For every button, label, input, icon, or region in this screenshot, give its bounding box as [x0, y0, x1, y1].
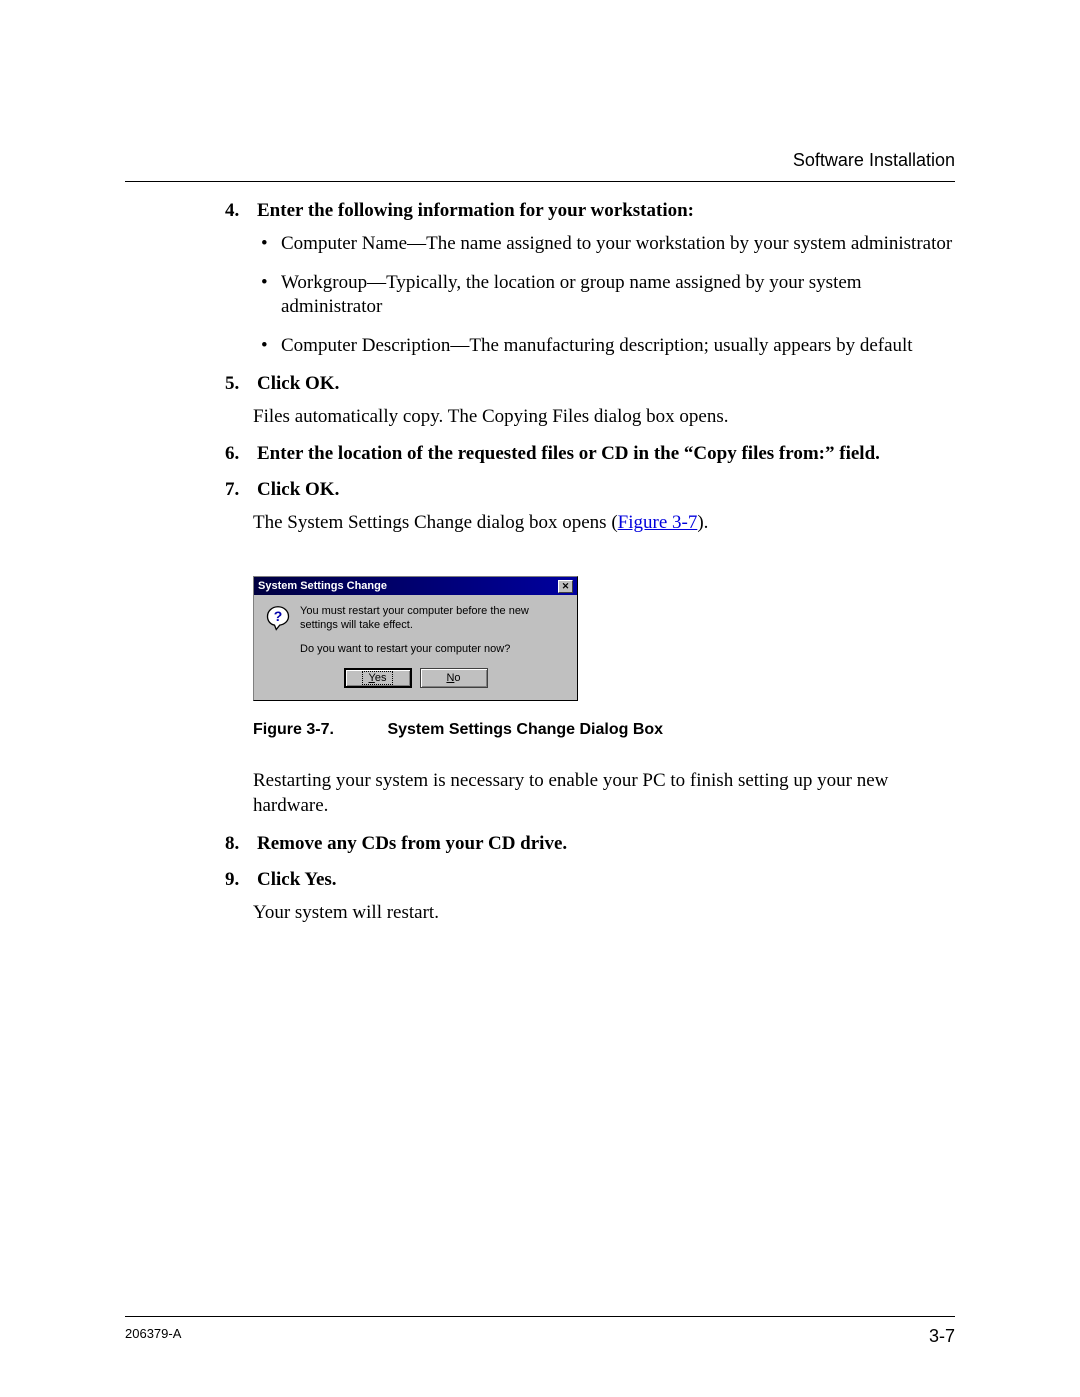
step-5: 5. Click OK. Files automatically copy. T… — [225, 373, 955, 430]
step-6: 6. Enter the location of the requested f… — [225, 443, 955, 465]
page: Software Installation 4. Enter the follo… — [0, 0, 1080, 1397]
svg-text:?: ? — [274, 608, 283, 624]
bullet-item: Computer Name—The name assigned to your … — [253, 232, 955, 257]
step-number: 8. — [225, 833, 253, 855]
document-id: 206379-A — [125, 1326, 181, 1347]
dialog-title: System Settings Change — [258, 580, 387, 592]
step-instruction: Enter the following information for your… — [257, 200, 955, 222]
body-prefix: The System Settings Change dialog box op… — [253, 512, 618, 533]
step-number: 5. — [225, 373, 253, 395]
figure-label: Figure 3-7. — [253, 721, 383, 739]
step-8: 8. Remove any CDs from your CD drive. — [225, 833, 955, 855]
step-number: 6. — [225, 443, 253, 465]
body-suffix: ). — [697, 512, 708, 533]
yes-button[interactable]: Yes — [344, 668, 412, 688]
after-figure-text: Restarting your system is necessary to e… — [253, 769, 955, 818]
system-settings-dialog: System Settings Change ✕ ? You must rest… — [253, 576, 578, 701]
dialog-message: You must restart your computer before th… — [300, 605, 567, 656]
dialog-row: ? You must restart your computer before … — [264, 605, 567, 656]
dialog-button-row: Yes No — [264, 668, 567, 688]
step-number: 9. — [225, 869, 253, 891]
header-section-title: Software Installation — [125, 150, 955, 171]
step-instruction: Click OK. — [257, 479, 955, 501]
question-icon: ? — [264, 605, 292, 633]
header-divider — [125, 181, 955, 182]
step-body: Files automatically copy. The Copying Fi… — [253, 405, 955, 430]
step-number: 7. — [225, 479, 253, 501]
no-button[interactable]: No — [420, 668, 488, 688]
step-instruction: Click Yes. — [257, 869, 955, 891]
step-number: 4. — [225, 200, 253, 222]
step-instruction: Enter the location of the requested file… — [257, 443, 955, 465]
bullet-item: Workgroup—Typically, the location or gro… — [253, 271, 955, 320]
page-number: 3-7 — [929, 1326, 955, 1347]
dialog-msg-2: Do you want to restart your computer now… — [300, 643, 567, 657]
content-body: 4. Enter the following information for y… — [225, 200, 955, 925]
page-footer: 206379-A 3-7 — [125, 1326, 955, 1347]
figure-title: System Settings Change Dialog Box — [387, 721, 663, 738]
close-icon[interactable]: ✕ — [558, 580, 573, 593]
figure-caption: Figure 3-7. System Settings Change Dialo… — [253, 721, 955, 739]
bullet-list: Computer Name—The name assigned to your … — [253, 232, 955, 359]
figure-link[interactable]: Figure 3-7 — [618, 512, 698, 533]
bullet-item: Computer Description—The manufacturing d… — [253, 334, 955, 359]
step-9: 9. Click Yes. Your system will restart. — [225, 869, 955, 926]
step-7: 7. Click OK. The System Settings Change … — [225, 479, 955, 536]
step-4: 4. Enter the following information for y… — [225, 200, 955, 359]
dialog-msg-1: You must restart your computer before th… — [300, 605, 567, 633]
step-body: The System Settings Change dialog box op… — [253, 511, 955, 536]
step-instruction: Remove any CDs from your CD drive. — [257, 833, 955, 855]
dialog-body: ? You must restart your computer before … — [254, 595, 577, 700]
dialog-titlebar: System Settings Change ✕ — [254, 577, 577, 595]
step-instruction: Click OK. — [257, 373, 955, 395]
dialog-figure: System Settings Change ✕ ? You must rest… — [253, 576, 955, 701]
footer-divider — [125, 1316, 955, 1317]
step-body: Your system will restart. — [253, 901, 955, 926]
